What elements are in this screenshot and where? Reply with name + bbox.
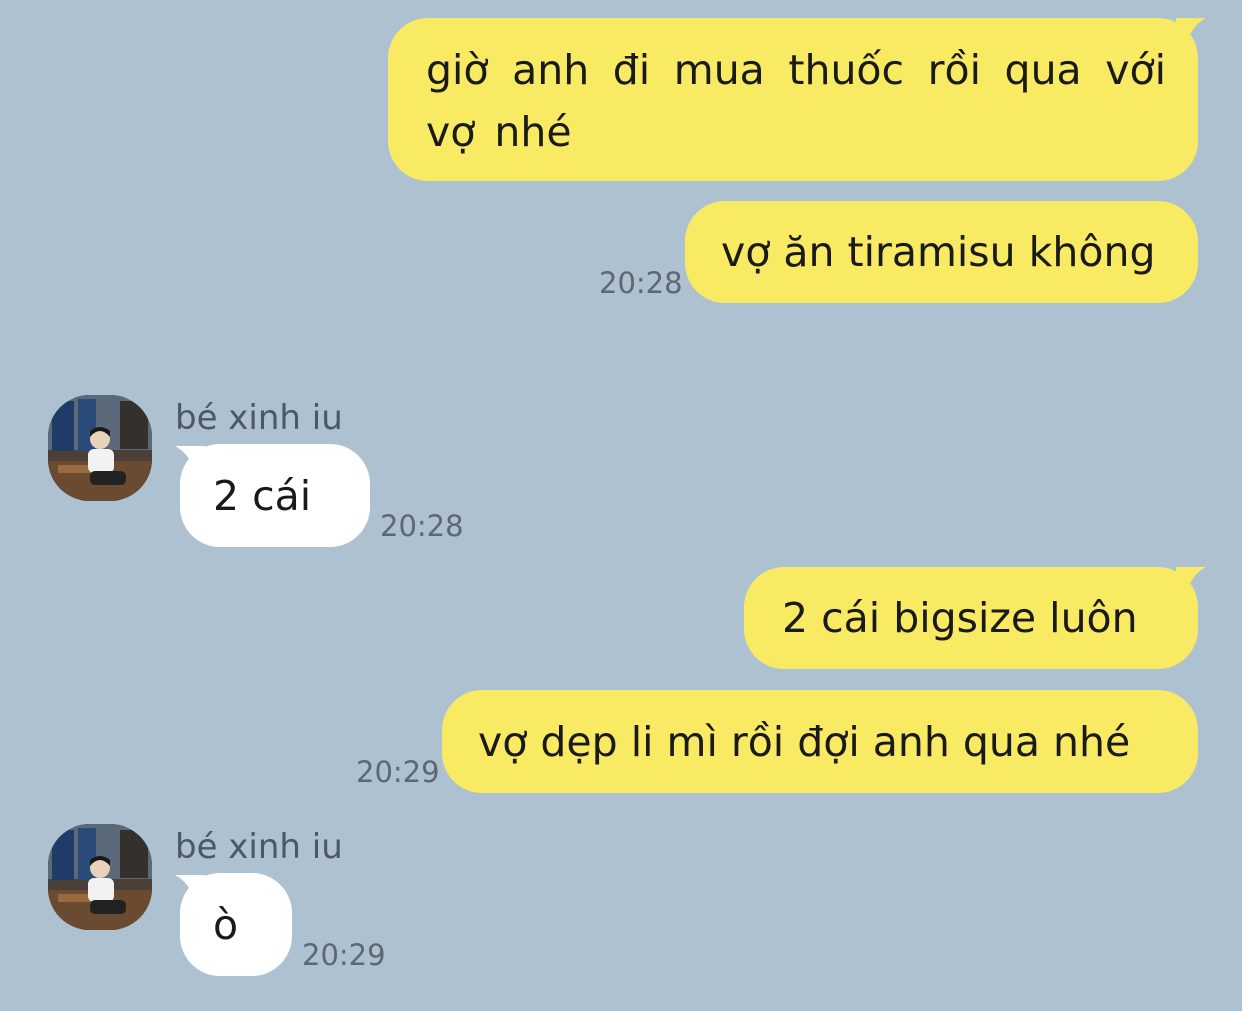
message-text: ò [213, 900, 239, 949]
message-text: vợ dẹp li mì rồi đợi anh qua nhé [478, 717, 1131, 766]
incoming-message-bubble[interactable]: 2 cái [180, 444, 370, 547]
sender-name: bé xinh iu [175, 827, 343, 867]
incoming-message-bubble[interactable]: ò [180, 873, 292, 976]
message-text: 2 cái bigsize luôn [782, 594, 1138, 642]
message-text: 2 cái [213, 471, 312, 520]
message-text: vợ ăn tiramisu không [721, 228, 1156, 276]
contact-photo-icon [48, 395, 152, 501]
outgoing-message-bubble[interactable]: vợ dẹp li mì rồi đợi anh qua nhé [442, 690, 1198, 793]
message-timestamp: 20:28 [380, 509, 464, 543]
outgoing-message-bubble[interactable]: vợ ăn tiramisu không [685, 201, 1198, 303]
message-text: giờ anh đi mua thuốc rồi qua với vợ nhé [426, 46, 1166, 156]
message-timestamp: 20:29 [356, 755, 440, 789]
sender-name: bé xinh iu [175, 398, 343, 438]
outgoing-message-bubble[interactable]: giờ anh đi mua thuốc rồi qua với vợ nhé [388, 18, 1198, 181]
message-timestamp: 20:29 [302, 938, 386, 972]
chat-thread[interactable]: giờ anh đi mua thuốc rồi qua với vợ nhé … [0, 0, 1242, 1011]
contact-avatar[interactable] [48, 824, 152, 930]
outgoing-message-bubble[interactable]: 2 cái bigsize luôn [744, 567, 1198, 669]
contact-avatar[interactable] [48, 395, 152, 501]
message-timestamp: 20:28 [599, 266, 683, 300]
contact-photo-icon [48, 824, 152, 930]
